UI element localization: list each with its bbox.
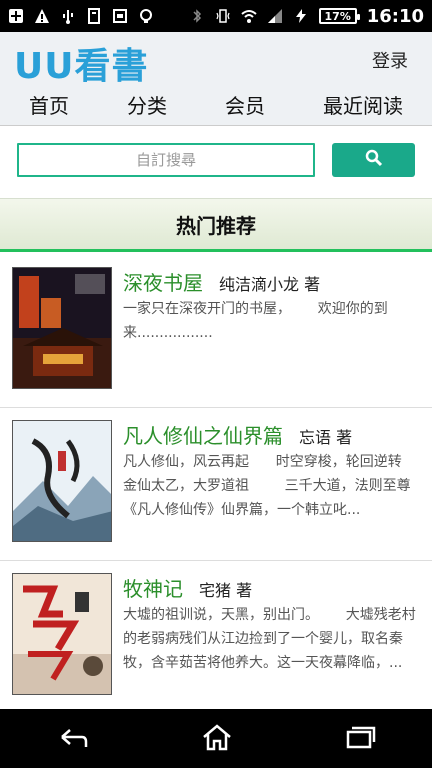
book-item[interactable]: 凡人修仙之仙界篇 忘语 著 凡人修仙，风云再起 时空穿梭，轮回逆转 金仙太乙，大罗… [0, 408, 432, 561]
nav-category[interactable]: 分类 [127, 90, 167, 119]
book-author: 宅猪 著 [199, 581, 253, 600]
book-title[interactable]: 牧神记 宅猪 著 [123, 573, 252, 602]
book-title[interactable]: 凡人修仙之仙界篇 忘语 著 [123, 420, 352, 449]
app-header: UU看書 登录 [0, 32, 432, 87]
warning-icon [34, 8, 50, 24]
vibrate-icon [215, 8, 231, 24]
home-icon[interactable] [201, 723, 233, 755]
charging-icon [293, 8, 309, 24]
search-icon [365, 149, 383, 171]
book-author: 忘语 著 [299, 428, 353, 447]
book-list: 深夜书屋 纯洁滴小龙 著 一家只在深夜开门的书屋， 欢迎你的到来.........… [0, 255, 432, 709]
nav-recent-reading[interactable]: 最近阅读 [323, 90, 403, 119]
battery-indicator: 17% [318, 8, 360, 24]
book-description: 大墟的祖训说，天黑，别出门。 大墟残老村的老弱病残们从江边捡到了一个婴儿，取名秦… [123, 607, 416, 671]
book-author: 纯洁滴小龙 著 [219, 275, 321, 294]
image-icon [112, 8, 128, 24]
main-nav: 首页 分类 会员 最近阅读 [0, 84, 432, 126]
search-input[interactable]: 自訂搜尋 [17, 143, 315, 177]
bluetooth-icon [189, 8, 205, 24]
plus-icon [8, 8, 24, 24]
sd-card-icon [86, 8, 102, 24]
section-title: 热门推荐 [0, 198, 432, 252]
book-description: 一家只在深夜开门的书屋， 欢迎你的到来................. [123, 301, 388, 341]
book-item[interactable]: 牧神记 宅猪 著 大墟的祖训说，天黑，别出门。 大墟残老村的老弱病残们从江边捡到了… [0, 561, 432, 709]
usb-icon [60, 8, 76, 24]
back-icon[interactable] [56, 725, 90, 753]
login-link[interactable]: 登录 [372, 47, 408, 73]
search-button[interactable] [332, 143, 415, 177]
book-description: 凡人修仙，风云再起 时空穿梭，轮回逆转 金仙太乙，大罗道祖 三千大道，法则至尊 … [123, 454, 411, 518]
search-bar: 自訂搜尋 [0, 127, 432, 197]
signal-icon [267, 8, 283, 24]
book-title[interactable]: 深夜书屋 纯洁滴小龙 著 [123, 267, 320, 296]
book-cover[interactable] [12, 267, 112, 389]
wifi-icon [241, 8, 257, 24]
clock: 16:10 [366, 5, 424, 27]
book-cover[interactable] [12, 573, 112, 695]
status-bar: 17% 16:10 [0, 0, 432, 32]
system-nav-bar [0, 709, 432, 768]
book-cover[interactable] [12, 420, 112, 542]
bulb-icon [138, 8, 154, 24]
book-item[interactable]: 深夜书屋 纯洁滴小龙 著 一家只在深夜开门的书屋， 欢迎你的到来.........… [0, 255, 432, 408]
nav-home[interactable]: 首页 [29, 90, 69, 119]
app-logo: UU看書 [14, 46, 149, 87]
recent-apps-icon[interactable] [344, 724, 376, 754]
nav-member[interactable]: 会员 [225, 90, 265, 119]
